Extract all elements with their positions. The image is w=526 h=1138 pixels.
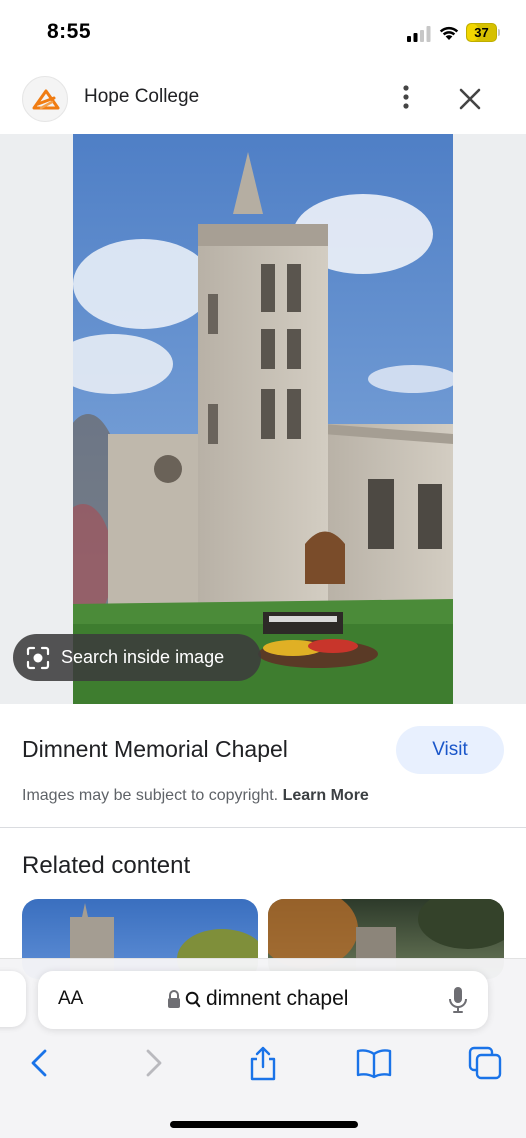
lock-icon <box>168 990 180 1008</box>
address-bar[interactable]: AA dimnent chapel <box>38 971 488 1029</box>
result-info: Dimnent Memorial Chapel Visit Images may… <box>0 704 526 828</box>
image-viewer: Search inside image <box>0 134 526 704</box>
previous-tab-peek[interactable] <box>0 971 26 1027</box>
close-icon[interactable] <box>455 84 485 114</box>
url-text: dimnent chapel <box>206 987 349 1010</box>
browser-nav-row <box>0 1045 526 1085</box>
section-divider <box>0 827 526 828</box>
search-icon <box>185 991 201 1008</box>
lens-icon <box>26 646 50 669</box>
battery-indicator: 37 <box>466 23 500 42</box>
copyright-text: Images may be subject to copyright. <box>22 787 279 804</box>
battery-level: 37 <box>474 25 489 40</box>
site-name[interactable]: Hope College <box>84 86 199 108</box>
share-icon[interactable] <box>245 1045 281 1081</box>
status-bar: 8:55 37 <box>0 0 526 64</box>
forward-icon[interactable] <box>135 1045 171 1081</box>
bookmarks-icon[interactable] <box>356 1045 392 1081</box>
home-indicator[interactable] <box>170 1121 358 1128</box>
tabs-icon[interactable] <box>467 1045 503 1081</box>
related-content-heading: Related content <box>22 852 191 879</box>
hope-college-logo-icon <box>32 89 60 110</box>
source-header: Hope College <box>0 64 526 134</box>
browser-toolbar: AA dimnent chapel <box>0 958 526 1138</box>
back-icon[interactable] <box>22 1045 58 1081</box>
site-logo[interactable] <box>22 76 68 122</box>
search-inside-image-button[interactable]: Search inside image <box>13 634 261 681</box>
more-vertical-icon[interactable] <box>393 82 419 112</box>
cellular-signal-icon <box>407 26 431 42</box>
battery-tip <box>498 29 500 36</box>
wifi-icon <box>439 26 459 40</box>
chapel-photo[interactable] <box>73 134 453 704</box>
search-inside-image-label: Search inside image <box>61 647 225 667</box>
microphone-icon[interactable] <box>448 986 468 1014</box>
url-display[interactable]: dimnent chapel <box>166 987 348 1011</box>
status-time: 8:55 <box>47 20 92 43</box>
reader-mode-button[interactable]: AA <box>58 988 83 1010</box>
visit-button[interactable]: Visit <box>396 726 504 774</box>
result-title: Dimnent Memorial Chapel <box>22 736 288 762</box>
copyright-notice: Images may be subject to copyright. Lear… <box>22 787 369 805</box>
learn-more-link[interactable]: Learn More <box>283 787 369 804</box>
screen: 8:55 37 Hope College Search inside image… <box>0 0 526 1138</box>
